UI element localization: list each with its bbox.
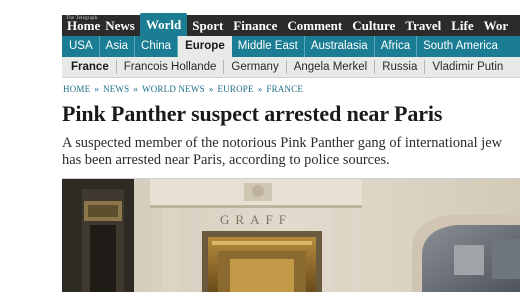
masthead-logo[interactable]: The Telegraph	[66, 16, 97, 21]
region-tab-china[interactable]: China	[135, 36, 179, 57]
region-tab-middle-east[interactable]: Middle East	[232, 36, 305, 57]
region-tab-south-america[interactable]: South America	[417, 36, 504, 57]
breadcrumb-separator: »	[257, 84, 263, 94]
region-tab-australasia[interactable]: Australasia	[305, 36, 375, 57]
standfirst-line-2: has been arrested near Paris, according …	[62, 152, 390, 168]
section-tab-news[interactable]: News	[105, 15, 140, 36]
article-photo: GRAFF	[62, 178, 520, 292]
breadcrumb-france[interactable]: France	[266, 84, 303, 94]
breadcrumb-separator: »	[133, 84, 139, 94]
breadcrumb-news[interactable]: News	[103, 84, 129, 94]
topic-link-vladimir-putin[interactable]: Vladimir Putin	[424, 60, 510, 74]
region-nav: USA Asia China Europe Middle East Austra…	[62, 36, 520, 57]
breadcrumb-separator: »	[94, 84, 100, 94]
breadcrumb-separator: »	[208, 84, 214, 94]
breadcrumb-world-news[interactable]: World News	[142, 84, 205, 94]
section-tab-finance[interactable]: Finance	[228, 15, 282, 36]
section-nav: Home News World Sport Finance Comment Cu…	[62, 13, 520, 36]
section-tab-travel[interactable]: Travel	[400, 15, 446, 36]
region-tab-asia[interactable]: Asia	[100, 36, 136, 57]
topic-link-germany[interactable]: Germany	[223, 60, 285, 74]
region-tab-europe[interactable]: Europe	[178, 36, 232, 57]
topic-link-francois-hollande[interactable]: Francois Hollande	[115, 60, 224, 74]
section-tab-sport[interactable]: Sport	[187, 15, 228, 36]
article-headline: Pink Panther suspect arrested near Paris	[62, 101, 443, 126]
section-tab-life[interactable]: Life	[446, 15, 478, 36]
section-tab-world[interactable]: World	[139, 13, 188, 36]
standfirst-line-1: A suspected member of the notorious Pink…	[62, 135, 503, 151]
breadcrumb: Home » News » World News » Europe » Fran…	[63, 84, 303, 94]
storefront-sign: GRAFF	[220, 212, 292, 227]
section-tab-more[interactable]: Wor	[479, 15, 514, 36]
section-tab-comment[interactable]: Comment	[282, 15, 347, 36]
storefront-image: GRAFF	[62, 179, 520, 292]
region-tab-usa[interactable]: USA	[63, 36, 100, 57]
breadcrumb-home[interactable]: Home	[63, 84, 90, 94]
topic-link-angela-merkel[interactable]: Angela Merkel	[285, 60, 375, 74]
topic-link-france[interactable]: France	[64, 60, 116, 74]
section-tab-culture[interactable]: Culture	[347, 15, 400, 36]
region-tab-africa[interactable]: Africa	[375, 36, 418, 57]
page-top-margin	[0, 0, 520, 15]
article-standfirst: A suspected member of the notorious Pink…	[62, 135, 520, 169]
topic-nav: France Francois Hollande Germany Angela …	[62, 57, 520, 78]
breadcrumb-europe[interactable]: Europe	[217, 84, 253, 94]
topic-link-russia[interactable]: Russia	[374, 60, 424, 74]
